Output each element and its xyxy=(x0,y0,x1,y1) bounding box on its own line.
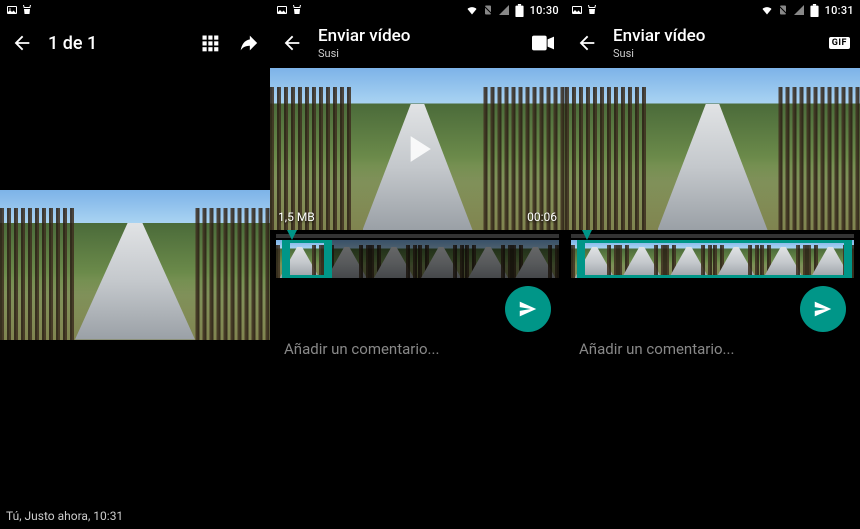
back-arrow-icon[interactable] xyxy=(280,31,304,55)
gallery-viewer-screen: 1 de 1 Tú, Justo ahora, 10:31 xyxy=(0,0,270,529)
signal-icon xyxy=(793,4,805,16)
status-clock: 10:31 xyxy=(825,4,854,17)
video-thumbnail-art xyxy=(0,190,270,340)
wifi-icon xyxy=(466,4,478,16)
playhead-marker[interactable] xyxy=(287,230,297,240)
shopping-status-icon xyxy=(291,4,303,16)
send-gif-screen: 10:31 Enviar vídeo Susi GIF xyxy=(565,0,860,529)
video-thumbnail-art xyxy=(565,68,860,230)
comment-input[interactable]: Añadir un comentario... xyxy=(565,332,860,358)
media-meta: Tú, Justo ahora, 10:31 xyxy=(6,509,123,523)
no-sim-icon xyxy=(777,4,789,16)
no-sim-icon xyxy=(482,4,494,16)
file-size: 1,5 MB xyxy=(278,210,315,224)
wifi-icon xyxy=(761,4,773,16)
status-clock: 10:30 xyxy=(530,4,559,17)
shopping-status-icon xyxy=(586,4,598,16)
trim-timeline[interactable] xyxy=(565,230,860,278)
play-icon[interactable] xyxy=(396,127,440,171)
back-arrow-icon[interactable] xyxy=(575,31,599,55)
video-preview[interactable] xyxy=(565,68,860,230)
playhead-marker[interactable] xyxy=(582,230,592,240)
send-button[interactable] xyxy=(800,286,846,332)
image-status-icon xyxy=(276,4,288,16)
send-app-bar: Enviar vídeo Susi xyxy=(270,20,565,66)
grid-view-icon[interactable] xyxy=(198,31,222,55)
send-video-screen: 10:30 Enviar vídeo Susi 1,5 MB 00:06 xyxy=(270,0,565,529)
forward-share-icon[interactable] xyxy=(236,31,260,55)
trim-timeline[interactable] xyxy=(270,230,565,278)
image-status-icon xyxy=(571,4,583,16)
shopping-status-icon xyxy=(21,4,33,16)
gallery-app-bar: 1 de 1 xyxy=(0,20,270,66)
signal-icon xyxy=(498,4,510,16)
recipient-name: Susi xyxy=(613,47,705,60)
battery-icon xyxy=(514,4,526,16)
send-app-bar: Enviar vídeo Susi GIF xyxy=(565,20,860,66)
screen-title: Enviar vídeo xyxy=(613,26,705,46)
status-bar: 10:31 xyxy=(565,0,860,20)
gif-mode-toggle[interactable]: GIF xyxy=(829,37,850,49)
screen-title: Enviar vídeo xyxy=(318,26,410,46)
status-bar xyxy=(0,0,270,20)
status-bar: 10:30 xyxy=(270,0,565,20)
video-duration: 00:06 xyxy=(527,210,557,224)
video-mode-toggle-icon[interactable] xyxy=(531,31,555,55)
video-preview[interactable]: 1,5 MB 00:06 xyxy=(270,68,565,230)
media-preview[interactable] xyxy=(0,190,270,340)
send-button[interactable] xyxy=(505,286,551,332)
recipient-name: Susi xyxy=(318,47,410,60)
back-arrow-icon[interactable] xyxy=(10,31,34,55)
image-counter: 1 de 1 xyxy=(48,33,97,54)
image-status-icon xyxy=(6,4,18,16)
comment-input[interactable]: Añadir un comentario... xyxy=(270,332,565,358)
battery-icon xyxy=(809,4,821,16)
